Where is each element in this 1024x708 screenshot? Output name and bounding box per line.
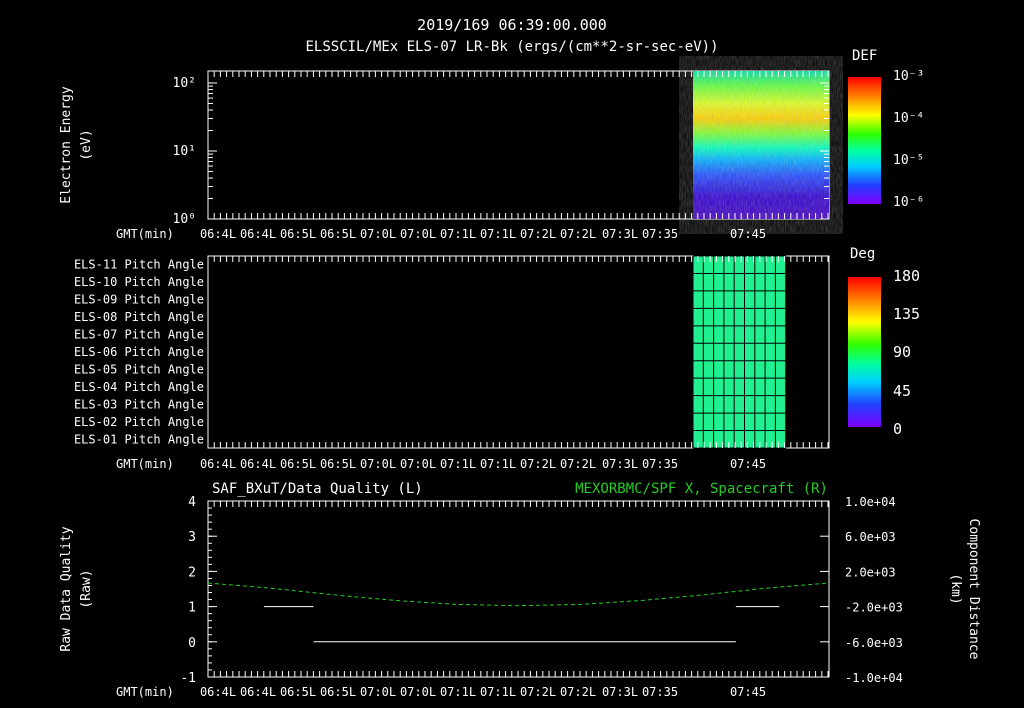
pitch-row-label: ELS-10 Pitch Angle bbox=[74, 275, 204, 289]
panel-energy: Electron Energy (eV) 10² 10¹ 10⁰ DEF 10⁻… bbox=[59, 48, 924, 241]
time-axis-label: GMT(min) bbox=[116, 685, 174, 699]
energy-ylabel-unit: (eV) bbox=[79, 129, 94, 160]
panel-quality: SAF_BXuT/Data Quality (L) MEXORBMC/SPF X… bbox=[59, 481, 981, 699]
left-yticklabel: 2 bbox=[188, 565, 196, 580]
yticklabel-10: 10¹ bbox=[173, 144, 196, 159]
time-ticklabel: 06:4L bbox=[200, 227, 236, 241]
time-ticklabel: 07:1L bbox=[480, 227, 516, 241]
energy-data bbox=[693, 71, 829, 219]
time-ticklabel: 07:0L bbox=[400, 457, 436, 471]
time-ticklabel: 07:0L bbox=[360, 685, 396, 699]
yticklabel-100: 10² bbox=[173, 76, 196, 91]
pitch-colorbar-tick: 45 bbox=[893, 382, 911, 400]
figure: 2019/169 06:39:00.000 ELSSCIL/MEx ELS-07… bbox=[59, 16, 981, 699]
time-ticklabel: 07:3L bbox=[602, 457, 638, 471]
left-yticklabel: 1 bbox=[188, 601, 196, 616]
pitch-data bbox=[693, 256, 786, 448]
right-ylabel-unit: (km) bbox=[948, 573, 963, 604]
left-yticklabel: -1 bbox=[180, 671, 196, 686]
time-ticklabel: 06:4L bbox=[200, 685, 236, 699]
time-ticklabel: 07:1L bbox=[440, 685, 476, 699]
pitch-colorbar-tick: 90 bbox=[893, 343, 911, 361]
def-colorbar-label: DEF bbox=[852, 48, 877, 64]
left-yticklabel: 0 bbox=[188, 636, 196, 651]
right-yticklabel: 6.0e+03 bbox=[845, 530, 896, 544]
time-ticklabel: 07:2L bbox=[520, 685, 556, 699]
time-ticklabel: 07:3L bbox=[602, 685, 638, 699]
timestamp: 2019/169 06:39:00.000 bbox=[417, 16, 607, 34]
right-series-title: MEXORBMC/SPF X, Spacecraft (R) bbox=[575, 481, 828, 497]
pitch-colorbar-tick: 180 bbox=[893, 267, 920, 285]
plot-title: ELSSCIL/MEx ELS-07 LR-Bk (ergs/(cm**2-sr… bbox=[305, 39, 718, 55]
def-colorbar bbox=[848, 77, 881, 204]
time-ticklabel: 06:5L bbox=[320, 457, 356, 471]
right-yticklabel: 1.0e+04 bbox=[845, 495, 896, 509]
time-ticklabel: 07:45 bbox=[730, 227, 766, 241]
pitch-colorbar-tick: 0 bbox=[893, 420, 902, 438]
time-ticklabel: 07:35 bbox=[642, 457, 678, 471]
time-axis-label: GMT(min) bbox=[116, 227, 174, 241]
pitch-row-label: ELS-05 Pitch Angle bbox=[74, 362, 204, 376]
def-colorbar-tick: 10⁻⁴ bbox=[893, 111, 924, 126]
energy-ylabel: Electron Energy bbox=[59, 86, 74, 204]
time-ticklabel: 07:0L bbox=[400, 227, 436, 241]
panel-pitch: ELS-11 Pitch Angle ELS-10 Pitch Angle ELS-… bbox=[74, 246, 920, 471]
time-ticklabel: 06:4L bbox=[200, 457, 236, 471]
pitch-row-label: ELS-02 Pitch Angle bbox=[74, 415, 204, 429]
right-yticklabel: 2.0e+03 bbox=[845, 565, 896, 579]
time-ticklabel: 06:4L bbox=[240, 457, 276, 471]
pitch-colorbar-label: Deg bbox=[850, 246, 875, 262]
yticklabel-1: 10⁰ bbox=[173, 212, 196, 227]
time-ticklabel: 07:35 bbox=[642, 685, 678, 699]
def-colorbar-tick: 10⁻⁵ bbox=[893, 153, 924, 168]
time-ticklabel: 06:5L bbox=[280, 227, 316, 241]
time-ticklabel: 06:5L bbox=[320, 685, 356, 699]
right-yticklabel: -6.0e+03 bbox=[845, 636, 903, 650]
time-ticklabel: 07:45 bbox=[730, 457, 766, 471]
left-ylabel: Raw Data Quality bbox=[59, 526, 74, 651]
time-ticklabel: 07:0L bbox=[360, 227, 396, 241]
time-ticklabel: 07:45 bbox=[730, 685, 766, 699]
time-ticklabel: 07:3L bbox=[602, 227, 638, 241]
def-colorbar-tick: 10⁻³ bbox=[893, 69, 924, 84]
pitch-row-label: ELS-09 Pitch Angle bbox=[74, 293, 204, 307]
pitch-row-label: ELS-11 Pitch Angle bbox=[74, 258, 204, 272]
pitch-row-label: ELS-08 Pitch Angle bbox=[74, 310, 204, 324]
right-yticklabel: -2.0e+03 bbox=[845, 601, 903, 615]
time-ticklabel: 07:2L bbox=[560, 685, 596, 699]
def-colorbar-tick: 10⁻⁶ bbox=[893, 195, 924, 210]
time-ticklabel: 07:1L bbox=[440, 457, 476, 471]
right-ylabel: Component Distance bbox=[966, 519, 981, 660]
left-yticklabel: 4 bbox=[188, 495, 196, 510]
left-series-title: SAF_BXuT/Data Quality (L) bbox=[212, 481, 423, 497]
time-ticklabel: 06:4L bbox=[240, 685, 276, 699]
time-ticklabel: 07:0L bbox=[400, 685, 436, 699]
time-ticklabel: 07:2L bbox=[520, 227, 556, 241]
time-ticklabel: 07:2L bbox=[560, 457, 596, 471]
time-ticklabel: 07:1L bbox=[440, 227, 476, 241]
time-ticklabel: 07:0L bbox=[360, 457, 396, 471]
left-yticklabel: 3 bbox=[188, 530, 196, 545]
left-ylabel-unit: (Raw) bbox=[79, 569, 94, 608]
right-yticklabel: -1.0e+04 bbox=[845, 671, 903, 685]
time-ticklabel: 07:1L bbox=[480, 685, 516, 699]
pitch-row-label: ELS-07 Pitch Angle bbox=[74, 328, 204, 342]
time-ticklabel: 06:4L bbox=[240, 227, 276, 241]
time-axis-label: GMT(min) bbox=[116, 457, 174, 471]
pitch-row-label: ELS-03 Pitch Angle bbox=[74, 397, 204, 411]
time-ticklabel: 06:5L bbox=[280, 685, 316, 699]
time-ticklabel: 06:5L bbox=[280, 457, 316, 471]
time-ticklabel: 06:5L bbox=[320, 227, 356, 241]
time-ticklabel: 07:2L bbox=[560, 227, 596, 241]
time-ticklabel: 07:35 bbox=[642, 227, 678, 241]
time-ticklabel: 07:2L bbox=[520, 457, 556, 471]
pitch-row-label: ELS-06 Pitch Angle bbox=[74, 345, 204, 359]
pitch-colorbar-tick: 135 bbox=[893, 305, 920, 323]
pitch-row-label: ELS-04 Pitch Angle bbox=[74, 380, 204, 394]
time-ticklabel: 07:1L bbox=[480, 457, 516, 471]
pitch-colorbar bbox=[848, 277, 881, 427]
pitch-row-label: ELS-01 Pitch Angle bbox=[74, 432, 204, 446]
